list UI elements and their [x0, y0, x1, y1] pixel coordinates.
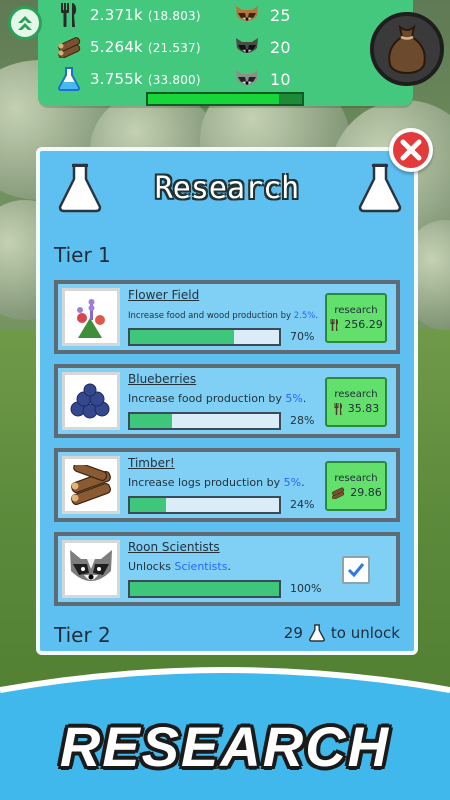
card-description: Unlocks Scientists.: [128, 560, 231, 573]
research-button[interactable]: research 256.29: [325, 293, 387, 343]
wood-amount: 5.264k (21.537): [90, 38, 201, 56]
inventory-bag-button[interactable]: [370, 12, 444, 86]
research-progress-bar: [128, 580, 281, 598]
flask-icon: [56, 66, 82, 92]
banner-title: RESEARCH: [59, 715, 391, 778]
research-progress-bar: [128, 496, 281, 514]
science-amount: 3.755k (33.800): [90, 70, 201, 88]
blueberry-icon: [70, 383, 110, 419]
checkmark-icon: [347, 563, 365, 578]
hud-progress-bar: [146, 92, 304, 106]
roon-scientists-thumbnail: [62, 540, 120, 598]
card-description: Increase logs production by 5%.: [128, 476, 305, 489]
research-button[interactable]: research 29.86: [325, 461, 387, 511]
logs-icon: [332, 487, 345, 499]
progress-percent: 100%: [290, 582, 322, 595]
hud-progress-fill: [148, 94, 279, 104]
research-card-timber: Timber! Increase logs production by 5%. …: [54, 448, 400, 522]
brown-raccoon-icon: [236, 6, 258, 21]
card-title: Blueberries: [128, 372, 197, 386]
logs-icon: [56, 34, 82, 60]
scientist-raccoon-count: 10: [234, 64, 291, 94]
blueberries-thumbnail: [62, 372, 120, 430]
research-button[interactable]: research 35.83: [325, 377, 387, 427]
progress-percent: 70%: [290, 330, 315, 343]
research-card-roon-scientists: Roon Scientists Unlocks Scientists. 100%: [54, 532, 400, 606]
research-progress-bar: [128, 412, 281, 430]
card-description: Increase food production by 5%.: [128, 392, 307, 405]
research-progress-bar: [128, 328, 281, 346]
flower-icon: [77, 299, 105, 338]
close-icon: [400, 139, 422, 161]
tier-2-unlock-requirement: 29 to unlock: [283, 624, 400, 642]
flask-icon: [308, 624, 325, 642]
brown-raccoon-count: 25: [234, 0, 291, 30]
resource-hud: 2.371k (18.803) 5.264k (21.537) 3.755k (…: [38, 0, 413, 106]
card-title: Timber!: [128, 456, 175, 470]
flower-field-thumbnail: [62, 288, 120, 346]
logs-icon: [71, 465, 111, 505]
gray-raccoon-icon: [236, 38, 258, 53]
fork-knife-icon: [334, 402, 342, 415]
tier-1-label: Tier 1: [54, 243, 111, 267]
fork-knife-icon: [56, 2, 82, 28]
sack-icon: [388, 24, 426, 75]
fork-knife-icon: [330, 318, 339, 331]
double-chevron-up-icon: [18, 16, 32, 30]
food-amount: 2.371k (18.803): [90, 6, 201, 24]
tier-2-label: Tier 2: [54, 623, 111, 647]
timber-thumbnail: [62, 456, 120, 514]
expand-up-button[interactable]: [8, 6, 42, 40]
panel-title: Research: [154, 171, 300, 206]
completed-checkbox[interactable]: [342, 556, 370, 584]
progress-percent: 24%: [290, 498, 315, 511]
card-title: Roon Scientists: [128, 540, 220, 554]
scientist-raccoon-icon: [236, 70, 258, 85]
gray-raccoon-count: 20: [234, 32, 291, 62]
research-card-blueberries: Blueberries Increase food production by …: [54, 364, 400, 438]
raccoon-icon: [70, 550, 112, 581]
close-button[interactable]: [389, 128, 433, 172]
research-card-flower-field: Flower Field Increase food and wood prod…: [54, 280, 400, 354]
progress-percent: 28%: [290, 414, 315, 427]
research-panel: Research Tier 1 Flower Field Increase fo…: [36, 147, 418, 655]
card-title: Flower Field: [128, 288, 200, 302]
card-description: Increase food and wood production by 2.5…: [128, 311, 319, 321]
